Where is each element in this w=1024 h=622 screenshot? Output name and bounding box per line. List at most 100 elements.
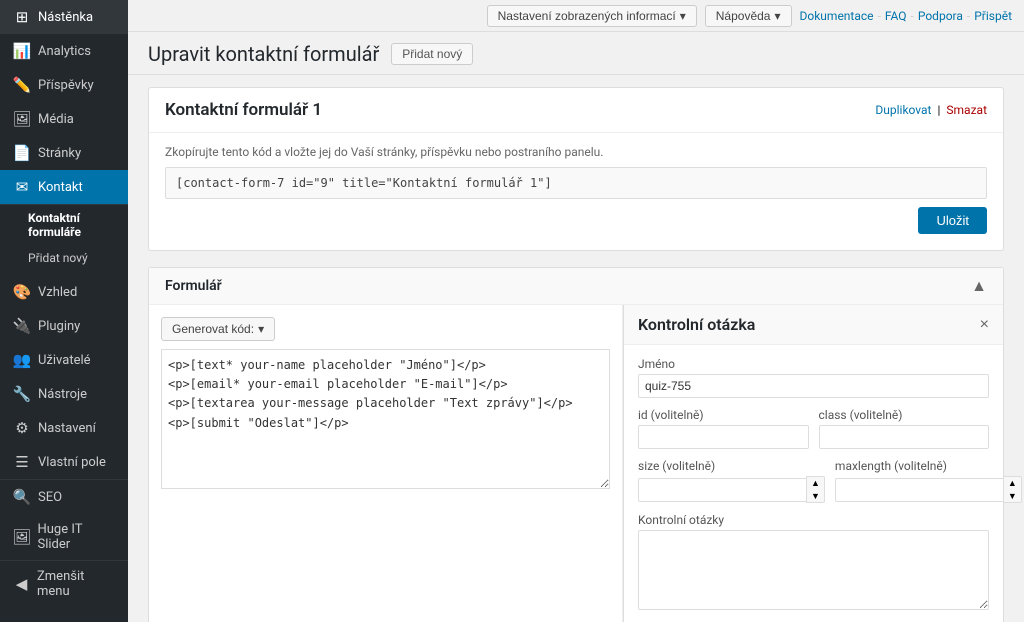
panel-close-button[interactable]: × [980,316,989,334]
id-label: id (volitelně) [638,408,809,422]
content-area: Kontaktní formulář 1 Duplikovat | Smazat… [128,75,1024,622]
active-arrow [120,179,128,195]
sidebar-item-vzhled[interactable]: 🎨 Vzhled [0,275,128,309]
sidebar-item-stranky[interactable]: 📄 Stránky [0,136,128,170]
sidebar-bottom-items: 🎨 Vzhled 🔌 Pluginy 👥 Uživatelé 🔧 Nástroj… [0,275,128,607]
sidebar-item-pluginy[interactable]: 🔌 Pluginy [0,309,128,343]
maxlength-input[interactable] [835,478,1003,502]
code-area: Generovat kód: ▾ <p>[text* your-name pla… [149,305,623,622]
settings-display-arrow: ▾ [680,9,686,23]
help-arrow: ▾ [774,9,780,23]
sidebar: ⊞ Nástěnka 📊 Analytics ✏️ Příspěvky 🖼 Mé… [0,0,128,622]
sidebar-sub-label: Přidat nový [28,251,88,265]
collapse-icon: ◀ [12,575,31,593]
sidebar-item-label: Nástěnka [38,10,93,25]
sidebar-item-label: Stránky [38,146,81,161]
add-new-button[interactable]: Přidat nový [391,43,473,65]
sidebar-item-media[interactable]: 🖼 Média [0,102,128,136]
maxlength-arrows: ▲ ▼ [1003,476,1022,503]
dokumentace-link[interactable]: Dokumentace [800,9,874,23]
sidebar-collapse-section: ◀ Zmenšit menu [0,560,128,607]
sidebar-sub-kontaktni-formulare[interactable]: Kontaktní formuláře [0,205,128,245]
sidebar-item-label: Vzhled [38,285,77,300]
size-input[interactable] [638,478,806,502]
size-down-button[interactable]: ▼ [807,490,824,503]
sidebar-seo-section: 🔍 SEO 🖼 Huge IT Slider [0,479,128,560]
sidebar-top-items: ⊞ Nástěnka 📊 Analytics ✏️ Příspěvky 🖼 Mé… [0,0,128,271]
kontrolni-field-group: Kontrolní otázky [638,513,989,614]
sidebar-item-zmensit-menu[interactable]: ◀ Zmenšit menu [0,561,128,607]
faq-link[interactable]: FAQ [885,9,907,23]
slider-icon: 🖼 [12,528,31,546]
id-class-row: id (volitelně) class (volitelně) [638,408,989,459]
form-card-title: Kontaktní formulář 1 [165,100,322,120]
sidebar-item-huge-it-slider[interactable]: 🖼 Huge IT Slider [0,514,128,560]
maxlength-up-button[interactable]: ▲ [1004,477,1021,490]
sidebar-sub-pridat-novy[interactable]: Přidat nový [0,245,128,271]
plugins-icon: 🔌 [12,317,32,335]
jmeno-input[interactable] [638,374,989,398]
class-label: class (volitelně) [819,408,990,422]
topbar-links: Dokumentace - FAQ - Podpora - Přispět [800,9,1013,23]
topbar: Nastavení zobrazených informací ▾ Nápově… [128,0,1024,32]
maxlength-input-wrapper: ▲ ▼ [835,476,1022,503]
custom-fields-icon: ☰ [12,453,32,471]
sidebar-item-seo[interactable]: 🔍 SEO [0,480,128,514]
class-field-group: class (volitelně) [819,408,990,449]
id-input[interactable] [638,425,809,449]
appearance-icon: 🎨 [12,283,32,301]
tools-icon: 🔧 [12,385,32,403]
sidebar-item-label: Média [38,112,74,127]
sidebar-item-vlastni-pole[interactable]: ☰ Vlastní pole [0,445,128,479]
size-input-wrapper: ▲ ▼ [638,476,825,503]
form-description: Zkopírujte tento kód a vložte jej do Vaš… [165,145,987,159]
class-input[interactable] [819,425,990,449]
page-header: Upravit kontaktní formulář Přidat nový [128,32,1024,75]
jmeno-label: Jméno [638,357,989,371]
sidebar-item-analytics[interactable]: 📊 Analytics [0,34,128,68]
duplicate-link[interactable]: Duplikovat [875,103,931,117]
sidebar-item-prispevky[interactable]: ✏️ Příspěvky [0,68,128,102]
size-up-button[interactable]: ▲ [807,477,824,490]
sidebar-item-label: Analytics [38,44,91,59]
contact-icon: ✉ [12,178,32,196]
sidebar-item-nastaveni[interactable]: ⚙ Nastavení [0,411,128,445]
size-arrows: ▲ ▼ [806,476,825,503]
media-icon: 🖼 [12,110,32,128]
help-label: Nápověda [716,9,771,23]
form-card-body: Zkopírujte tento kód a vložte jej do Vaš… [149,133,1003,250]
sidebar-item-label: SEO [38,490,62,505]
help-button[interactable]: Nápověda ▾ [705,5,792,27]
podpora-link[interactable]: Podpora [918,9,963,23]
maxlength-down-button[interactable]: ▼ [1004,490,1021,503]
panel-body: Jméno id (volitelně) class (volitelně) [624,345,1003,622]
panel-overlay: Kontrolní otázka × Jméno id (volitelně) [623,305,1003,622]
section-toggle-icon[interactable]: ▲ [971,276,987,296]
kontrolni-textarea[interactable] [638,530,989,610]
sidebar-sub-label: Kontaktní formuláře [28,211,81,239]
sidebar-item-kontakt[interactable]: ✉ Kontakt [0,170,128,204]
settings-display-label: Nastavení zobrazených informací [498,9,676,23]
jmeno-field-group: Jméno [638,357,989,398]
save-button[interactable]: Uložit [918,207,987,234]
generate-code-button[interactable]: Generovat kód: ▾ [161,317,275,341]
sidebar-item-uzivatele[interactable]: 👥 Uživatelé [0,343,128,377]
sidebar-item-label: Vlastní pole [38,455,106,470]
formulare-section: Formulář ▲ Generovat kód: ▾ <p>[text* yo… [148,267,1004,622]
sidebar-item-nastevka[interactable]: ⊞ Nástěnka [0,0,128,34]
form-card: Kontaktní formulář 1 Duplikovat | Smazat… [148,87,1004,251]
posts-icon: ✏️ [12,76,32,94]
generate-code-arrow: ▾ [258,322,264,336]
section-title: Formulář [165,278,222,294]
form-actions: Duplikovat | Smazat [875,103,987,117]
sidebar-item-nastroje[interactable]: 🔧 Nástroje [0,377,128,411]
delete-link[interactable]: Smazat [946,103,987,117]
settings-display-button[interactable]: Nastavení zobrazených informací ▾ [487,5,697,27]
prispet-link[interactable]: Přispět [974,9,1012,23]
save-btn-row: Uložit [165,199,987,238]
sidebar-kontakt-submenu: Kontaktní formuláře Přidat nový [0,204,128,271]
page-title: Upravit kontaktní formulář [148,42,379,66]
form-code-textarea[interactable]: <p>[text* your-name placeholder "Jméno"]… [161,349,610,489]
settings-icon: ⚙ [12,419,32,437]
sidebar-item-label: Huge IT Slider [37,522,116,552]
